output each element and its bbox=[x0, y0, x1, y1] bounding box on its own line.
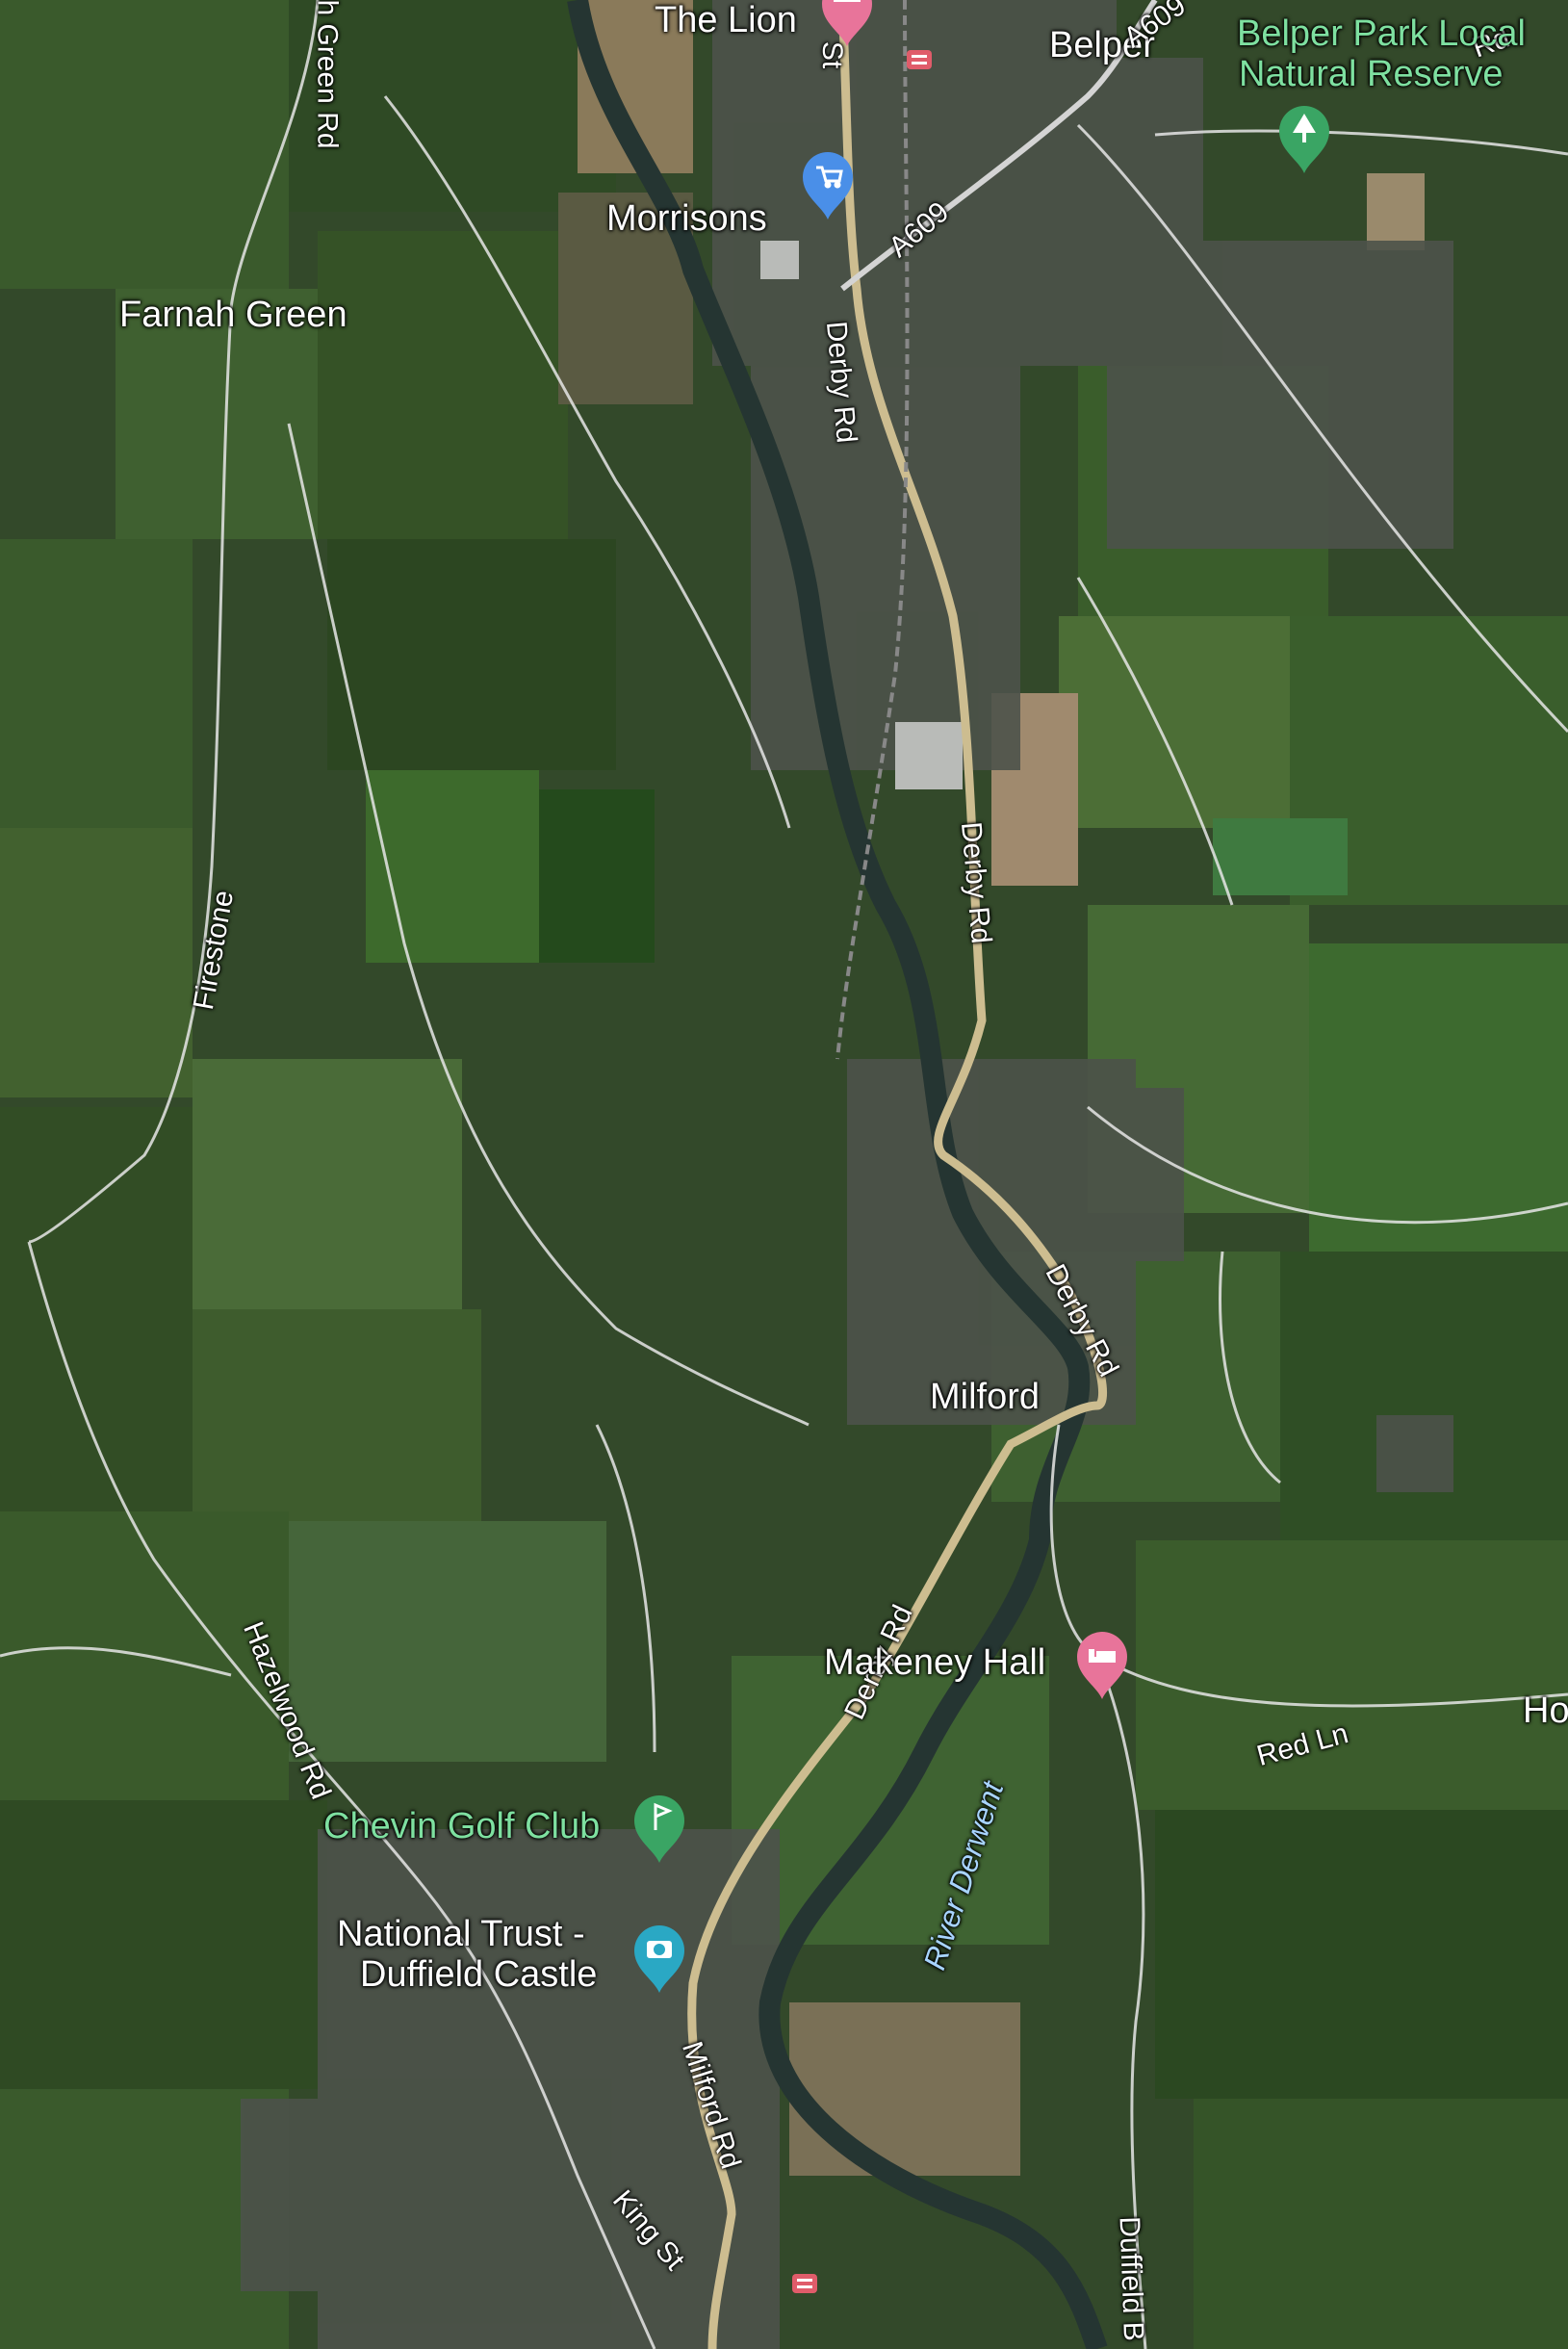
makeney-hall-label[interactable]: Makeney Hall bbox=[824, 1642, 1045, 1684]
belper-park-label-line2[interactable]: Natural Reserve bbox=[1239, 54, 1504, 95]
ho-label: Ho bbox=[1523, 1691, 1568, 1731]
farnah-green-label[interactable]: Farnah Green bbox=[119, 295, 347, 336]
milford-label[interactable]: Milford bbox=[930, 1377, 1040, 1418]
duffield-castle-label-line2[interactable]: Duffield Castle bbox=[360, 1954, 597, 1996]
belper-park-label-line1[interactable]: Belper Park Local bbox=[1237, 13, 1526, 55]
morrisons-label[interactable]: Morrisons bbox=[606, 198, 767, 240]
rail-station-icon[interactable] bbox=[792, 2274, 817, 2293]
st-top-label: St bbox=[816, 40, 849, 69]
the-lion-label[interactable]: The Lion bbox=[655, 0, 797, 41]
farnah-green-rd-label: h Green Rd bbox=[311, 0, 344, 149]
rail-station-icon[interactable] bbox=[907, 50, 932, 69]
satellite-map[interactable] bbox=[0, 0, 1568, 2349]
duffield-castle-label-line1[interactable]: National Trust - bbox=[337, 1914, 585, 1955]
duffield-b-label: Duffield B bbox=[1113, 2215, 1150, 2342]
bed-icon bbox=[1089, 1649, 1116, 1663]
chevin-golf-club-label[interactable]: Chevin Golf Club bbox=[323, 1806, 600, 1847]
bed-icon bbox=[834, 0, 861, 2]
camera-icon bbox=[647, 1941, 672, 1958]
